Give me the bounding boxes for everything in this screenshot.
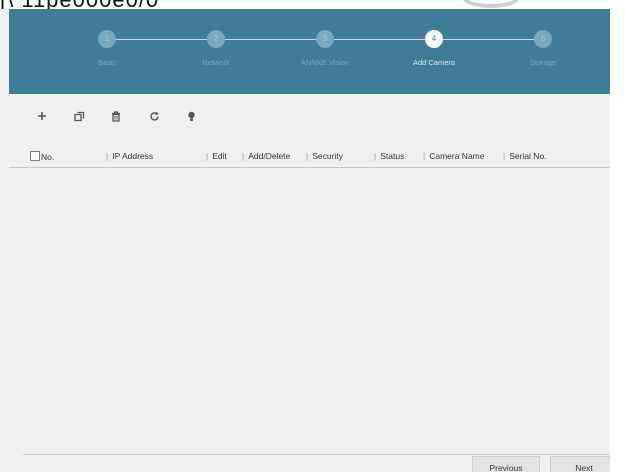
column-camera-name[interactable]: | Camera Name (423, 151, 485, 161)
bulb-icon[interactable] (182, 107, 200, 125)
step-label: Basic (97, 58, 117, 67)
setup-wizard-screen: 1 Basic 2 Network 3 ANNKE Vision 4 Add C… (9, 9, 610, 472)
column-status[interactable]: | Status (374, 151, 404, 161)
copy-icon[interactable] (70, 107, 88, 125)
step-label: ANNKE Vision (300, 58, 350, 67)
step-number: 5 (534, 30, 552, 48)
wizard-step-annke-vision[interactable]: 3 ANNKE Vision (270, 30, 380, 67)
column-label: Edit (212, 151, 227, 161)
delete-icon[interactable] (107, 107, 125, 125)
column-no[interactable]: No. (30, 151, 54, 162)
right-margin (610, 0, 625, 472)
column-serial-no[interactable]: | Serial No. (503, 151, 547, 161)
column-add-delete[interactable]: | Add/Delete (242, 151, 290, 161)
wizard-step-basic[interactable]: 1 Basic (52, 30, 162, 67)
wizard-step-add-camera[interactable]: 4 Add Camera (379, 30, 489, 67)
camera-table-header: No. | IP Address | Edit | Add/Delete | Secur… (9, 143, 610, 168)
select-all-checkbox[interactable] (30, 151, 40, 161)
camera-toolbar (9, 107, 309, 129)
column-label: Security (312, 151, 343, 161)
wizard-step-storage[interactable]: 5 Storage (488, 30, 598, 67)
column-security[interactable]: | Security (306, 151, 343, 161)
column-label: No. (41, 152, 55, 162)
cropped-overlay: [\ 11pe000e0/0 (0, 0, 625, 9)
footer-divider (23, 454, 610, 455)
step-number: 4 (425, 30, 443, 48)
add-icon[interactable] (33, 107, 51, 125)
step-label: Network (202, 58, 230, 67)
column-edit[interactable]: | Edit (206, 151, 227, 161)
cropped-overlay-text: [\ 11pe000e0/0 (0, 0, 159, 9)
column-label: IP Address (112, 151, 154, 161)
step-number: 1 (98, 30, 116, 48)
step-label: Add Camera (412, 58, 456, 67)
refresh-icon[interactable] (145, 107, 163, 125)
wizard-header: 1 Basic 2 Network 3 ANNKE Vision 4 Add C… (9, 9, 610, 94)
column-label: Status (380, 151, 405, 161)
step-label: Storage (529, 58, 557, 67)
previous-button[interactable]: Previous (472, 456, 540, 472)
next-button[interactable]: Next (550, 456, 610, 472)
step-number: 3 (316, 30, 334, 48)
watermark-logo (462, 0, 520, 8)
column-label: Serial No. (509, 151, 547, 161)
column-ip-address[interactable]: | IP Address (106, 151, 153, 161)
wizard-step-network[interactable]: 2 Network (161, 30, 271, 67)
column-label: Add/Delete (248, 151, 291, 161)
step-number: 2 (207, 30, 225, 48)
column-label: Camera Name (429, 151, 485, 161)
